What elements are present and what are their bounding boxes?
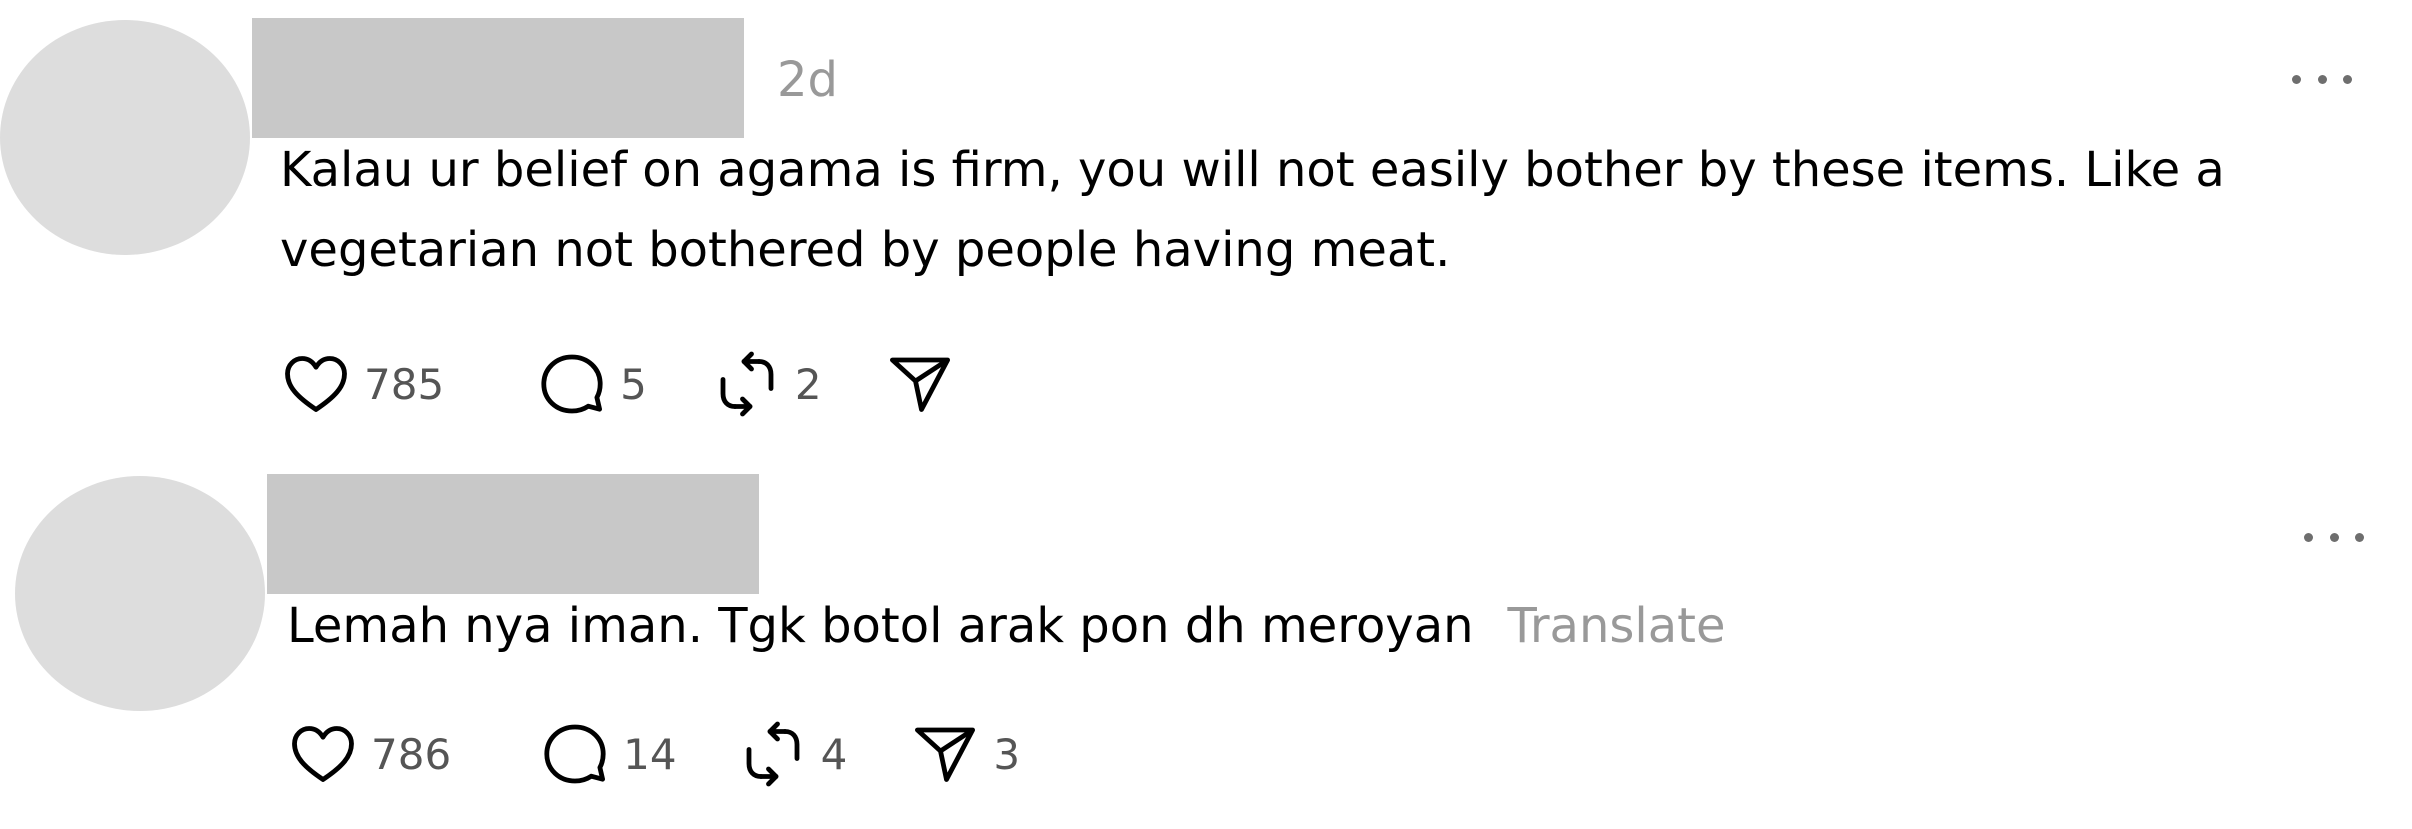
paper-plane-icon	[915, 727, 976, 782]
username-redacted[interactable]	[267, 474, 759, 594]
avatar[interactable]	[0, 20, 250, 255]
repost-count: 2	[794, 359, 822, 409]
share-button[interactable]	[884, 348, 968, 420]
more-options-button[interactable]	[2304, 522, 2364, 552]
ellipsis-icon	[2292, 74, 2301, 84]
reply-count: 14	[623, 729, 677, 779]
heart-icon	[292, 726, 354, 782]
share-count: 3	[993, 729, 1021, 779]
post-timestamp: 2d	[777, 52, 839, 108]
repost-arrows-icon	[720, 351, 774, 417]
heart-icon	[285, 356, 347, 412]
ellipsis-icon	[2304, 532, 2313, 542]
post-actions: 785 5 2	[280, 344, 968, 424]
post-2: Lemah nya iman. Tgk botol arak pon dh me…	[0, 440, 2412, 829]
avatar[interactable]	[15, 476, 265, 711]
more-options-button[interactable]	[2292, 64, 2352, 94]
repost-arrows-icon	[746, 721, 800, 787]
post-text: Lemah nya iman. Tgk botol arak pon dh me…	[287, 586, 2387, 666]
post-1: 2d Kalau ur belief on agama is firm, you…	[0, 0, 2412, 440]
paper-plane-icon	[889, 357, 950, 412]
post-text-body: Lemah nya iman. Tgk botol arak pon dh me…	[287, 598, 1474, 654]
like-button[interactable]: 785	[280, 348, 444, 420]
username-redacted[interactable]	[252, 18, 744, 138]
translate-link[interactable]: Translate	[1508, 598, 1726, 654]
like-count: 786	[371, 729, 452, 779]
share-button[interactable]: 3	[909, 718, 1020, 790]
reply-count: 5	[620, 359, 647, 409]
like-count: 785	[364, 359, 445, 409]
speech-bubble-icon	[541, 354, 603, 414]
reply-button[interactable]: 5	[536, 348, 647, 420]
speech-bubble-icon	[544, 724, 606, 784]
repost-button[interactable]: 4	[737, 718, 848, 790]
like-button[interactable]: 786	[287, 718, 451, 790]
reply-button[interactable]: 14	[539, 718, 677, 790]
repost-count: 4	[820, 729, 848, 779]
post-text: Kalau ur belief on agama is firm, you wi…	[280, 142, 2225, 278]
repost-button[interactable]: 2	[711, 348, 822, 420]
post-actions: 786 14 4 3	[287, 714, 1020, 794]
